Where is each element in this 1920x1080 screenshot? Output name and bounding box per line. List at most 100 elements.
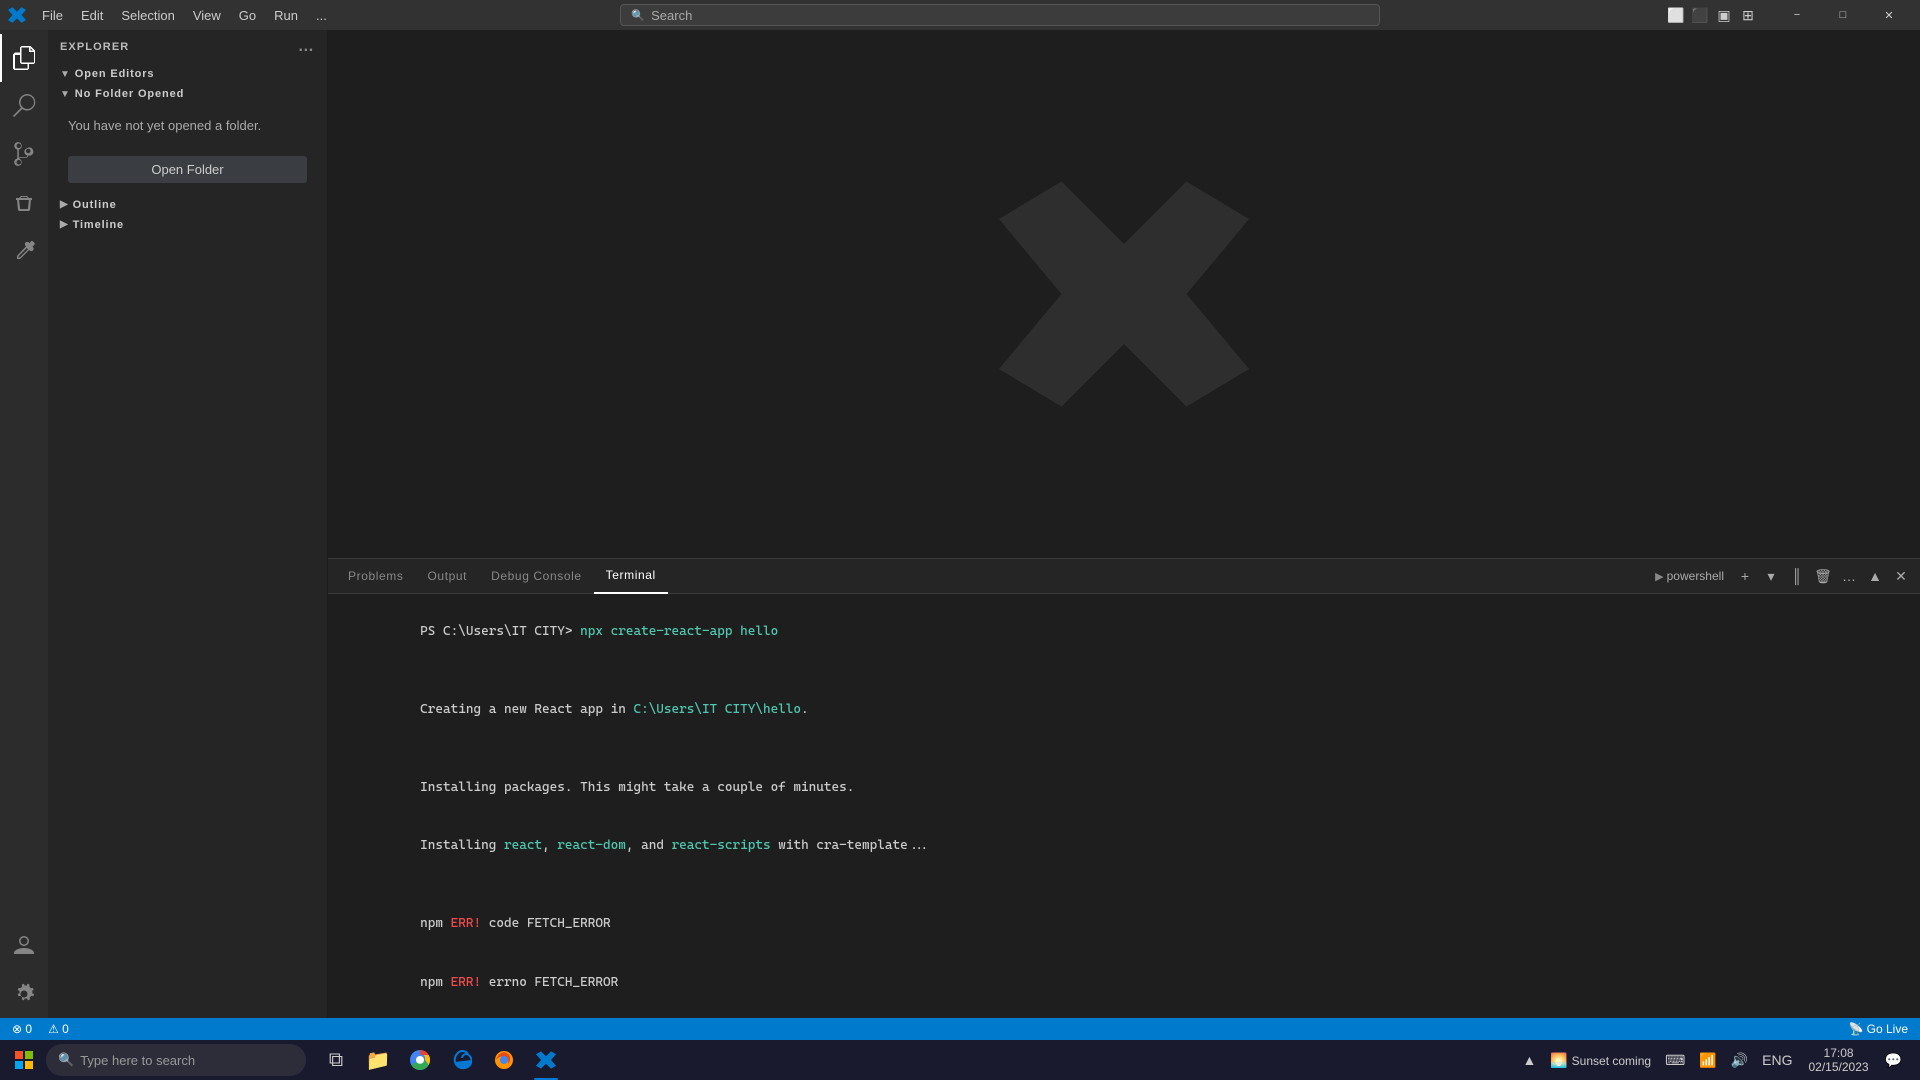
task-view-btn[interactable]: ⧉ [316,1040,356,1080]
title-search-bar: 🔍 Search [343,4,1658,26]
show-hidden-icons-btn[interactable]: ▲ [1516,1048,1542,1072]
timeline-section[interactable]: ▶ Timeline [48,215,327,235]
err-rest-2: errno FETCH_ERROR [481,975,618,990]
react-path: C:\Users\IT CITY\hello [633,702,801,717]
menu-view[interactable]: View [185,6,229,25]
maximize-btn[interactable]: □ [1820,0,1866,30]
terminal-line-1: PS C:\Users\IT CITY> npx create-react-ap… [344,602,1904,661]
menu-run[interactable]: Run [266,6,306,25]
and-text: , and [626,838,672,853]
customize-layout-btn[interactable]: ⊞ [1738,5,1758,25]
terminal-dropdown-btn[interactable]: ▾ [1760,565,1782,587]
no-folder-section[interactable]: ▼ No Folder Opened [48,84,327,104]
new-terminal-btn[interactable]: + [1734,565,1756,587]
err-rest-1: code FETCH_ERROR [481,916,611,931]
terminal-err-1: npm ERR! code FETCH_ERROR [344,895,1904,954]
taskbar-search-text: Type here to search [80,1053,195,1068]
menu-file[interactable]: File [34,6,71,25]
status-warnings-text: ⚠ 0 [48,1022,69,1036]
terminal-tabs-bar: Problems Output Debug Console Terminal ▶… [328,559,1920,594]
title-search-input[interactable]: 🔍 Search [620,4,1380,26]
clock-time: 17:08 [1824,1046,1854,1060]
firefox-btn[interactable] [484,1040,524,1080]
search-activity-icon[interactable] [0,82,48,130]
installing-msg: Installing packages. This might take a c… [420,780,854,795]
terminal-err-2: npm ERR! errno FETCH_ERROR [344,953,1904,1012]
clock[interactable]: 17:08 02/15/2023 [1801,1044,1877,1076]
status-errors[interactable]: ⊗ 0 [8,1018,36,1040]
menu-go[interactable]: Go [231,6,264,25]
vscode-logo-background [328,30,1920,558]
edge-btn[interactable] [442,1040,482,1080]
taskbar: 🔍 Type here to search ⧉ 📁 [0,1040,1920,1080]
settings-activity-icon[interactable] [0,970,48,1018]
run-debug-activity-icon[interactable] [0,178,48,226]
terminal-line-4 [344,739,1904,759]
chrome-btn[interactable] [400,1040,440,1080]
err-label-2: ERR! [451,975,481,990]
vscode-taskbar-btn[interactable] [526,1040,566,1080]
keyboard-icon[interactable]: ⌨ [1659,1048,1691,1073]
minimize-btn[interactable]: − [1774,0,1820,30]
volume-icon[interactable]: 🔊 [1725,1048,1754,1073]
taskbar-center-apps: ⧉ 📁 [316,1040,566,1080]
sidebar-title: Explorer [60,41,129,53]
open-editors-label: Open Editors [75,68,155,80]
tab-output[interactable]: Output [415,559,479,594]
open-editors-section[interactable]: ▼ Open Editors [48,64,327,84]
source-control-activity-icon[interactable] [0,130,48,178]
window-controls: − □ ✕ [1774,0,1912,30]
prompt-1: PS C:\Users\IT CITY> [420,624,580,639]
maximize-panel-btn[interactable]: ▲ [1864,565,1886,587]
language-indicator[interactable]: ENG [1756,1048,1798,1072]
react-scripts-pkg: react-scripts [672,838,771,853]
start-button[interactable] [4,1040,44,1080]
notification-icon[interactable]: 🌅 Sunset coming [1544,1048,1657,1073]
close-btn[interactable]: ✕ [1866,0,1912,30]
explorer-activity-icon[interactable] [0,34,48,82]
sidebar-more-btn[interactable]: … [298,38,315,56]
dot-1: . [801,702,809,717]
open-folder-button[interactable]: Open Folder [68,156,307,183]
sunset-notification: 🌅 [1550,1052,1567,1068]
editor-area: Problems Output Debug Console Terminal ▶… [328,30,1920,1018]
main-content: Explorer … ▼ Open Editors ▼ No Folder Op… [0,30,1920,1018]
toggle-secondary-sidebar-btn[interactable]: ▣ [1714,5,1734,25]
terminal-line-7 [344,875,1904,895]
sidebar: Explorer … ▼ Open Editors ▼ No Folder Op… [48,30,328,1018]
title-bar: File Edit Selection View Go Run ... 🔍 Se… [0,0,1920,30]
no-folder-message: You have not yet opened a folder. [48,104,327,148]
notification-center-btn[interactable]: 💬 [1879,1048,1908,1073]
outline-section[interactable]: ▶ Outline [48,195,327,215]
menu-edit[interactable]: Edit [73,6,111,25]
outline-label: Outline [73,199,117,211]
extensions-activity-icon[interactable] [0,226,48,274]
creating-text: Creating a new React app in [420,702,633,717]
tab-terminal[interactable]: Terminal [594,559,668,594]
status-bar: ⊗ 0 ⚠ 0 📡 Go Live [0,1018,1920,1040]
menu-more[interactable]: ... [308,6,335,25]
menu-bar: File Edit Selection View Go Run ... [34,6,335,25]
terminal-line-2 [344,661,1904,681]
taskbar-right: ▲ 🌅 Sunset coming ⌨ 📶 🔊 ENG 17:08 02/15/… [1508,1044,1916,1076]
clock-date: 02/15/2023 [1809,1060,1869,1074]
terminal-more-btn[interactable]: … [1838,565,1860,587]
react-dom-pkg: react-dom [557,838,626,853]
accounts-activity-icon[interactable] [0,922,48,970]
close-panel-btn[interactable]: ✕ [1890,565,1912,587]
menu-selection[interactable]: Selection [113,6,182,25]
status-warnings[interactable]: ⚠ 0 [44,1018,73,1040]
toggle-primary-sidebar-btn[interactable]: ⬜ [1666,5,1686,25]
kill-terminal-btn[interactable]: 🗑 [1812,565,1834,587]
search-placeholder-text: Search [651,8,692,23]
toggle-panel-btn[interactable]: ⬛ [1690,5,1710,25]
tab-problems[interactable]: Problems [336,559,415,594]
tab-debug-console[interactable]: Debug Console [479,559,594,594]
terminal-content[interactable]: PS C:\Users\IT CITY> npx create-react-ap… [328,594,1920,1018]
network-icon[interactable]: 📶 [1693,1048,1722,1073]
split-terminal-btn[interactable]: ║ [1786,565,1808,587]
file-explorer-btn[interactable]: 📁 [358,1040,398,1080]
terminal-line-3: Creating a new React app in C:\Users\IT … [344,680,1904,739]
taskbar-search[interactable]: 🔍 Type here to search [46,1044,306,1076]
go-live-btn[interactable]: 📡 Go Live [1845,1018,1912,1040]
